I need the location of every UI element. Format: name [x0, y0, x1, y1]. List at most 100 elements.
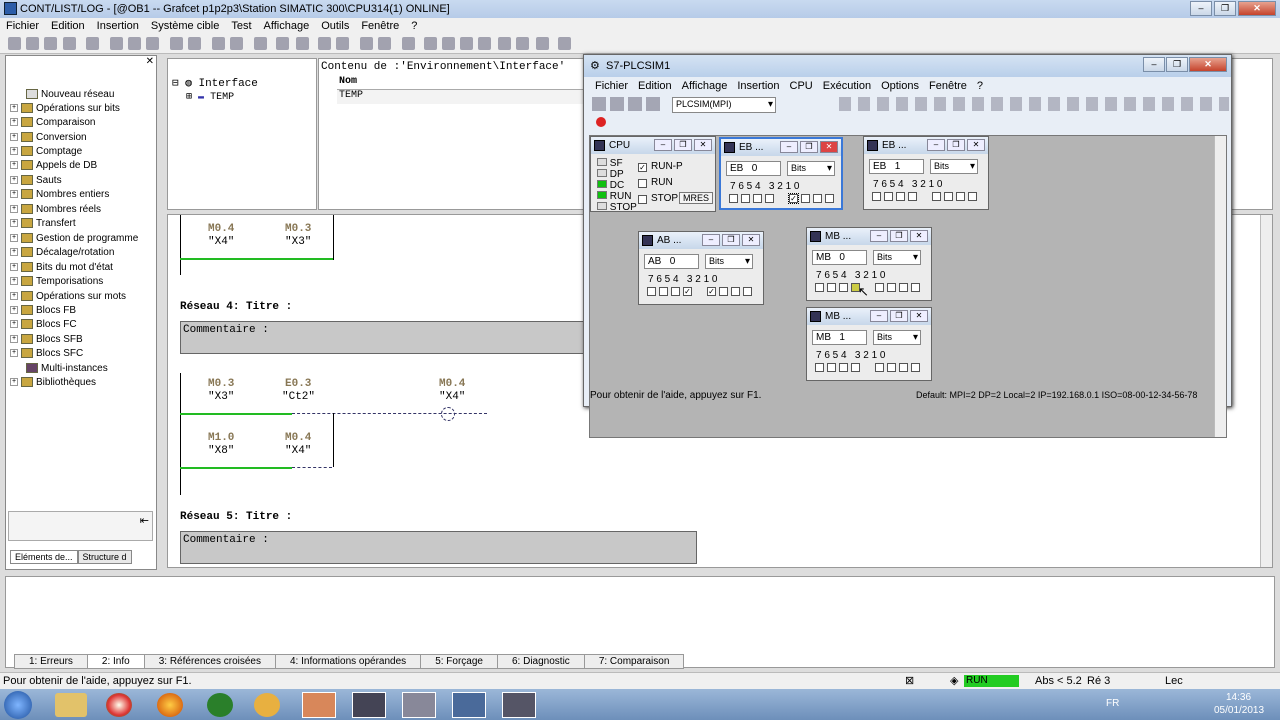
tree-item-bits-etat[interactable]: + Bits du mot d'état: [10, 261, 113, 275]
tree-item-comparaison[interactable]: + Comparaison: [10, 116, 95, 130]
bit-checkbox[interactable]: [825, 194, 834, 203]
bit-checkbox[interactable]: [887, 283, 896, 292]
tree-item-gestion[interactable]: + Gestion de programme: [10, 232, 138, 246]
help-context-icon[interactable]: [558, 37, 571, 50]
tab-references[interactable]: 3: Références croisées: [143, 654, 276, 669]
minimize-button[interactable]: –: [1190, 1, 1212, 16]
zoom-icon[interactable]: [402, 37, 415, 50]
mb1-address-field[interactable]: MB 1: [812, 330, 867, 345]
menu-affichage[interactable]: Affichage: [258, 20, 316, 32]
bit-checkbox[interactable]: ✓: [683, 287, 692, 296]
chrome-icon[interactable]: [106, 693, 132, 717]
sim-menu-affichage[interactable]: Affichage: [677, 80, 733, 92]
temp-node[interactable]: ⊞ ▬ TEMP: [186, 91, 234, 103]
explorer-icon[interactable]: [55, 693, 87, 717]
plcsim-scrollbar[interactable]: [1214, 136, 1226, 437]
plcsim-toolbar-icons[interactable]: [839, 97, 1229, 111]
bit-checkbox[interactable]: [731, 287, 740, 296]
print-sim-icon[interactable]: [646, 97, 660, 111]
bit-checkbox[interactable]: [899, 363, 908, 372]
upload-icon[interactable]: [230, 37, 243, 50]
menu-insertion[interactable]: Insertion: [91, 20, 145, 32]
bit-checkbox[interactable]: [911, 283, 920, 292]
sim-menu-fichier[interactable]: Fichier: [590, 80, 633, 92]
bit-checkbox[interactable]: [839, 363, 848, 372]
sim-menu-edition[interactable]: Edition: [633, 80, 677, 92]
search-box[interactable]: ⇤: [8, 511, 153, 541]
language-indicator[interactable]: FR: [1106, 698, 1119, 709]
eb1-address-field[interactable]: EB 1: [869, 159, 924, 174]
powerpoint-icon[interactable]: [302, 692, 336, 718]
bit-checkbox[interactable]: [899, 283, 908, 292]
sim-menu-fenetre[interactable]: Fenêtre: [924, 80, 972, 92]
bit-checkbox[interactable]: [944, 192, 953, 201]
firefox-icon[interactable]: [157, 693, 183, 717]
ladder-app-icon[interactable]: [402, 692, 436, 718]
cut-icon[interactable]: [110, 37, 123, 50]
plcsim-pin-icon[interactable]: [596, 117, 606, 127]
menu-fichier[interactable]: Fichier: [0, 20, 45, 32]
interface-node[interactable]: ⊟ ◍ Interface: [172, 76, 258, 90]
plcsim-minimize-button[interactable]: –: [1143, 57, 1165, 72]
ab0-address-field[interactable]: AB 0: [644, 254, 699, 269]
tree-item-tempo[interactable]: + Temporisations: [10, 275, 103, 289]
menu-outils[interactable]: Outils: [315, 20, 355, 32]
network-5-comment[interactable]: Commentaire :: [180, 531, 697, 564]
new-icon[interactable]: [8, 37, 21, 50]
sim-menu-execution[interactable]: Exécution: [818, 80, 876, 92]
run-p-checkbox[interactable]: ✓: [638, 163, 647, 172]
close-button[interactable]: ✕: [1238, 1, 1276, 16]
bit-checkbox[interactable]: [729, 194, 738, 203]
bit-checkbox[interactable]: [932, 192, 941, 201]
mb0-address-field[interactable]: MB 0: [812, 250, 867, 265]
tab-info[interactable]: 2: Info: [86, 654, 145, 669]
content-row[interactable]: TEMP: [337, 90, 597, 104]
bit-checkbox[interactable]: [911, 363, 920, 372]
search-icon[interactable]: ⇤: [140, 514, 149, 527]
tab-elements[interactable]: Eléments de...: [10, 550, 78, 564]
bit-checkbox[interactable]: [884, 192, 893, 201]
tree-item-comptage[interactable]: + Comptage: [10, 145, 82, 159]
tree-item-entiers[interactable]: + Nombres entiers: [10, 188, 109, 202]
tab-forcage[interactable]: 5: Forçage: [420, 654, 498, 669]
bit-checkbox[interactable]: [743, 287, 752, 296]
eb0-address-field[interactable]: EB 0: [726, 161, 781, 176]
tree-item-reels[interactable]: + Nombres réels: [10, 203, 101, 217]
details-icon[interactable]: [378, 37, 391, 50]
contact-no-icon[interactable]: [424, 37, 437, 50]
media-player-icon[interactable]: [254, 693, 280, 717]
simatic-icon[interactable]: [352, 692, 386, 718]
menu-fenetre[interactable]: Fenêtre: [355, 20, 405, 32]
plcsim-connection-select[interactable]: PLCSIM(MPI): [672, 97, 776, 113]
tab-structure[interactable]: Structure d: [77, 550, 132, 564]
save-sim-icon[interactable]: [628, 97, 642, 111]
bit-checkbox[interactable]: [753, 194, 762, 203]
new-sim-icon[interactable]: [592, 97, 606, 111]
tab-erreurs[interactable]: 1: Erreurs: [14, 654, 88, 669]
load-icon[interactable]: [212, 37, 225, 50]
tree-item-mots[interactable]: + Opérations sur mots: [10, 290, 126, 304]
tab-operandes[interactable]: 4: Informations opérandes: [275, 654, 422, 669]
tree-item-fc[interactable]: + Blocs FC: [10, 318, 77, 332]
bit-checkbox[interactable]: ✓: [788, 193, 799, 204]
overview-icon[interactable]: [360, 37, 373, 50]
start-button[interactable]: [4, 691, 32, 719]
bit-checkbox[interactable]: [765, 194, 774, 203]
undo-icon[interactable]: [170, 37, 183, 50]
mb1-format-select[interactable]: Bits: [873, 330, 921, 345]
eb0-format-select[interactable]: Bits: [787, 161, 835, 176]
tree-item-bib[interactable]: + Bibliothèques: [10, 376, 96, 390]
tab-comparaison[interactable]: 7: Comparaison: [583, 654, 685, 669]
branch-open-icon[interactable]: [498, 37, 511, 50]
tree-item-multi[interactable]: Multi-instances: [26, 362, 108, 376]
print-icon[interactable]: [86, 37, 99, 50]
plcsim-maximize-button[interactable]: ❐: [1166, 57, 1188, 72]
run-checkbox[interactable]: [638, 179, 647, 188]
tree-item-decalage[interactable]: + Décalage/rotation: [10, 246, 114, 260]
box-icon[interactable]: [478, 37, 491, 50]
tree-item-sfb[interactable]: + Blocs SFB: [10, 333, 83, 347]
tree-item-sfc[interactable]: + Blocs SFC: [10, 347, 83, 361]
tree-item-appels-db[interactable]: + Appels de DB: [10, 159, 97, 173]
tab-diagnostic[interactable]: 6: Diagnostic: [497, 654, 585, 669]
open-icon[interactable]: [26, 37, 39, 50]
